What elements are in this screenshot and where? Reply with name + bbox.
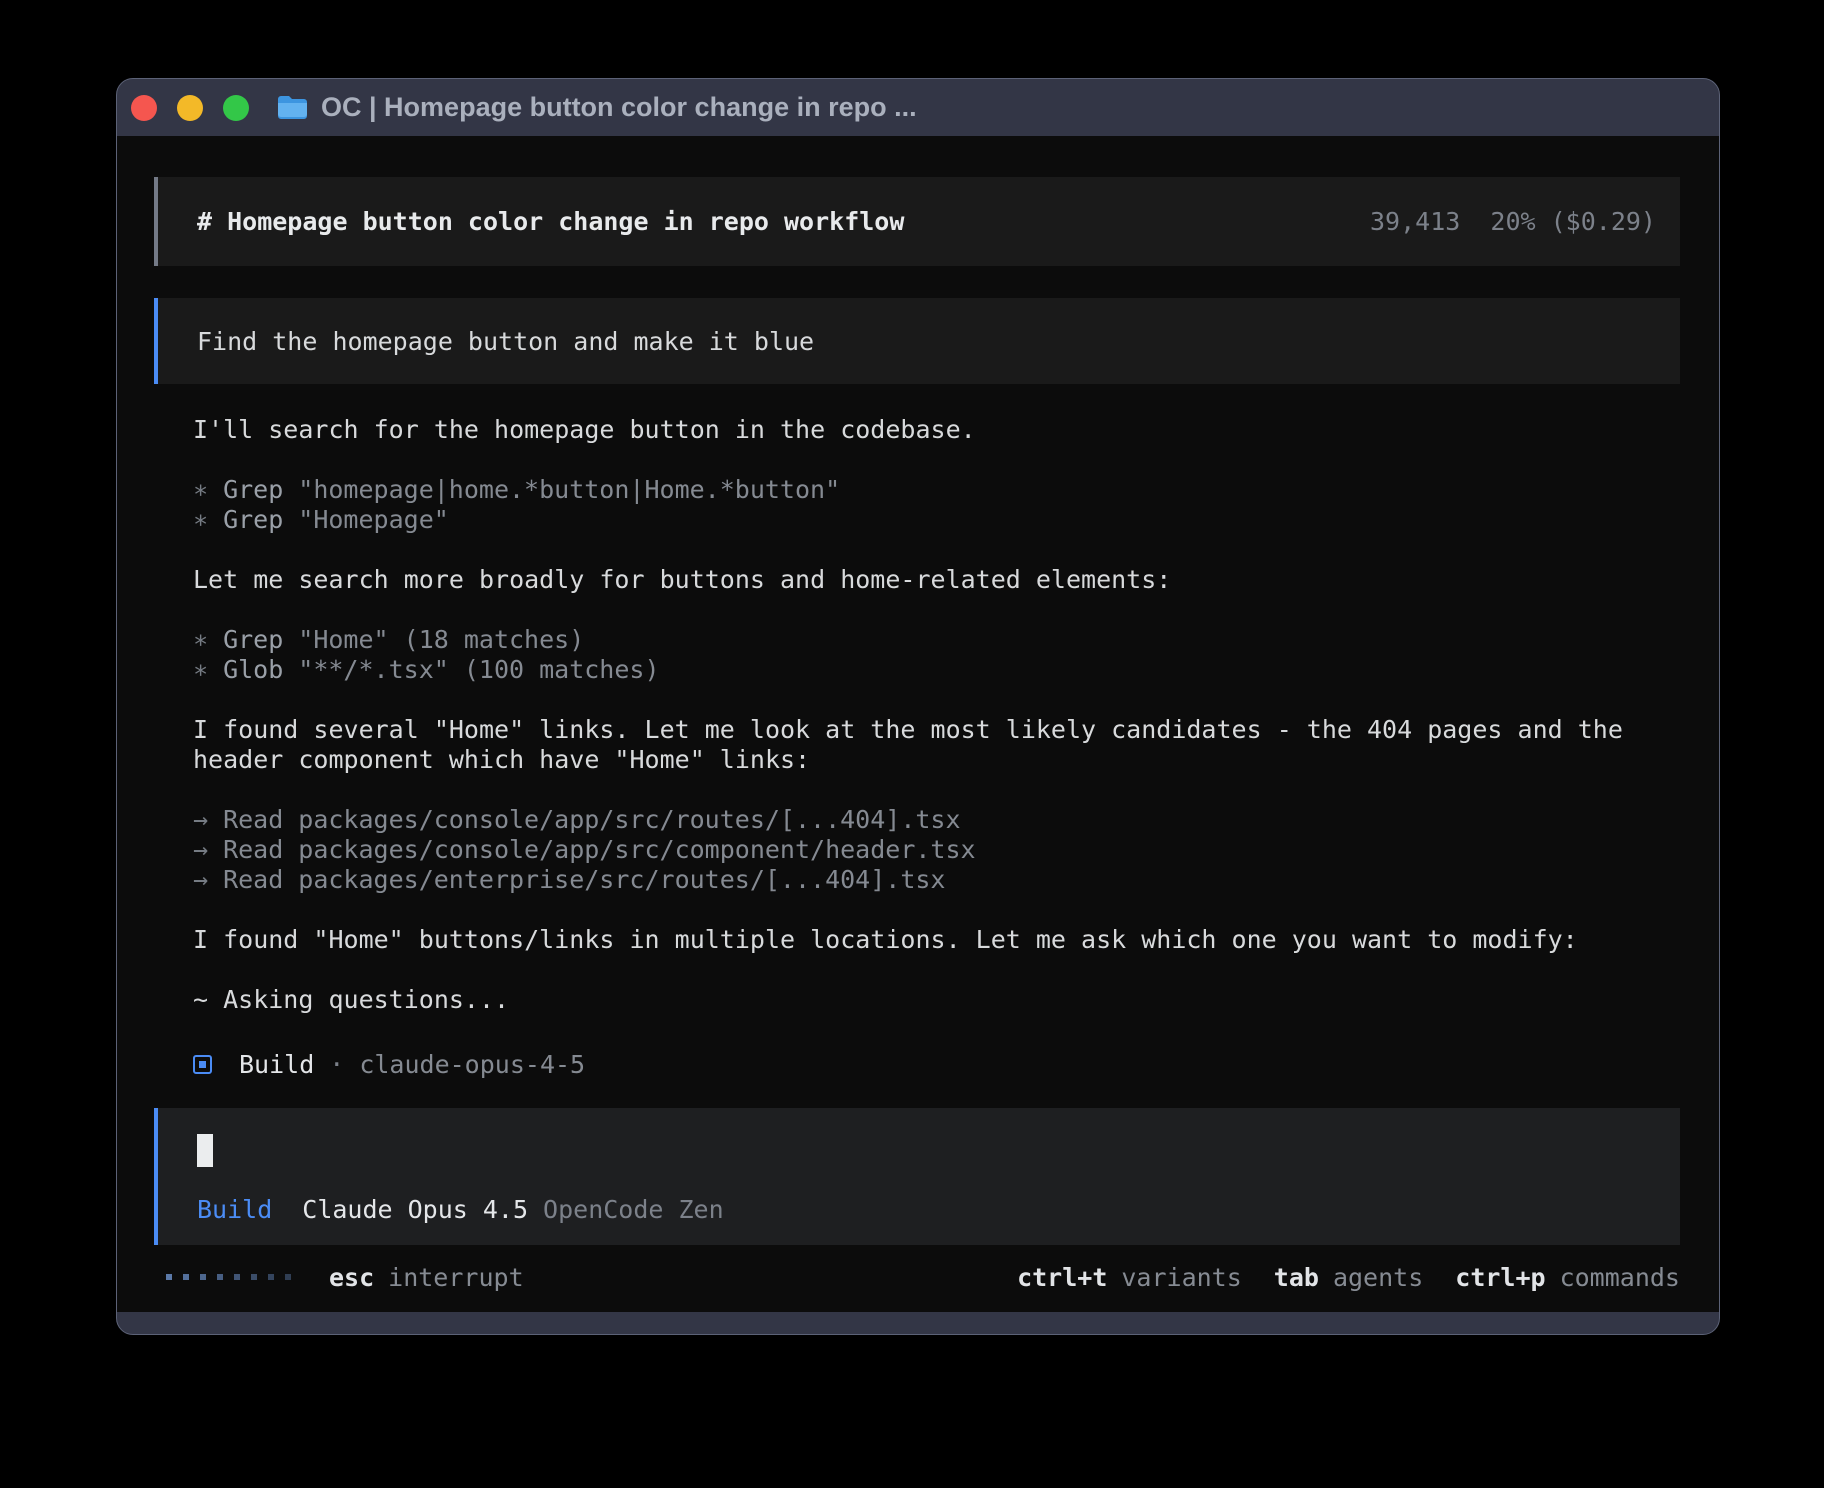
tool-call-read: →Readpackages/console/app/src/routes/[..…	[193, 805, 1683, 835]
hint-agents: tab agents	[1274, 1263, 1423, 1292]
provider-label: OpenCode Zen	[543, 1195, 724, 1225]
arrow-right-icon: →	[193, 835, 208, 864]
esc-key: esc	[329, 1263, 374, 1292]
assistant-text: I found several "Home" links. Let me loo…	[193, 715, 1683, 775]
assistant-text: Let me search more broadly for buttons a…	[193, 565, 1683, 595]
assistant-status-text: ~ Asking questions...	[193, 985, 1683, 1015]
dot-separator: ·	[329, 1050, 344, 1079]
session-header: # Homepage button color change in repo w…	[154, 177, 1680, 266]
prompt-input[interactable]: Build Claude Opus 4.5 OpenCode Zen	[154, 1108, 1680, 1245]
assistant-transcript: I'll search for the homepage button in t…	[193, 415, 1683, 1015]
agent-status: Build · claude-opus-4-5	[193, 1049, 1680, 1079]
minimize-button[interactable]	[177, 95, 203, 121]
agent-mode-label[interactable]: Build	[197, 1195, 272, 1225]
tool-call-read: →Readpackages/console/app/src/component/…	[193, 835, 1683, 865]
zoom-button[interactable]	[223, 95, 249, 121]
asterisk-icon: ∗	[193, 625, 208, 654]
title-bar[interactable]: OC | Homepage button color change in rep…	[117, 79, 1719, 136]
assistant-text: I found "Home" buttons/links in multiple…	[193, 925, 1683, 955]
assistant-text: I'll search for the homepage button in t…	[193, 415, 1683, 445]
close-button[interactable]	[131, 95, 157, 121]
tool-call-read: →Readpackages/enterprise/src/routes/[...…	[193, 865, 1683, 895]
user-message-text: Find the homepage button and make it blu…	[197, 327, 814, 356]
model-name: claude-opus-4-5	[359, 1050, 585, 1079]
token-count: 39,413	[1370, 207, 1460, 236]
status-bar: esc interrupt ctrl+t variants tab agents…	[154, 1258, 1680, 1297]
interrupt-label: interrupt	[388, 1263, 523, 1292]
context-usage: 20% ($0.29)	[1490, 207, 1656, 236]
tool-call-grep: ∗Grep"Homepage"	[193, 505, 1683, 535]
agent-icon	[193, 1055, 212, 1074]
window-title: OC | Homepage button color change in rep…	[321, 92, 917, 123]
hint-commands: ctrl+p commands	[1455, 1263, 1680, 1292]
status-right: ctrl+t variants tab agents ctrl+p comman…	[1017, 1263, 1680, 1292]
asterisk-icon: ∗	[193, 475, 208, 504]
prompt-meta: Build Claude Opus 4.5 OpenCode Zen	[197, 1195, 1680, 1225]
terminal-window: OC | Homepage button color change in rep…	[116, 78, 1720, 1335]
session-stats: 39,413 20% ($0.29)	[1370, 207, 1656, 236]
hint-variants: ctrl+t variants	[1017, 1263, 1242, 1292]
spinner-dots-icon	[166, 1274, 291, 1280]
session-title: # Homepage button color change in repo w…	[197, 207, 904, 236]
arrow-right-icon: →	[193, 865, 208, 894]
tool-call-grep: ∗Grep"homepage|home.*button|Home.*button…	[193, 475, 1683, 505]
agent-name: Build	[239, 1050, 314, 1079]
model-label[interactable]: Claude Opus 4.5	[302, 1195, 528, 1225]
tool-call-grep: ∗Grep"Home" (18 matches)	[193, 625, 1683, 655]
user-message: Find the homepage button and make it blu…	[154, 298, 1680, 385]
status-left: esc interrupt	[154, 1263, 524, 1292]
text-cursor	[197, 1134, 213, 1167]
asterisk-icon: ∗	[193, 655, 208, 684]
folder-icon	[277, 95, 308, 120]
tool-call-glob: ∗Glob"**/*.tsx" (100 matches)	[193, 655, 1683, 685]
asterisk-icon: ∗	[193, 505, 208, 534]
terminal-content: # Homepage button color change in repo w…	[117, 136, 1719, 1312]
arrow-right-icon: →	[193, 805, 208, 834]
traffic-lights	[131, 95, 249, 121]
